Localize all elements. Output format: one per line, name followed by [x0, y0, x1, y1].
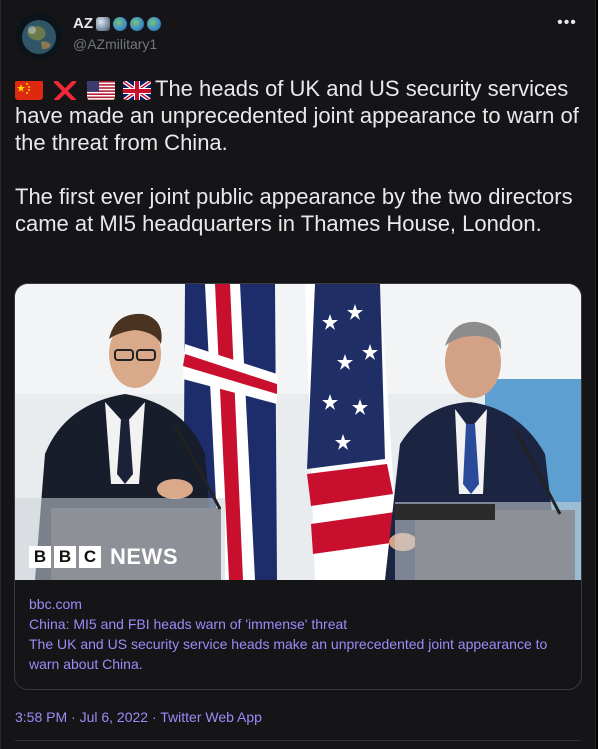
display-name-text[interactable]: AZ	[73, 14, 93, 34]
bbc-letter-3: C	[79, 546, 101, 568]
user-names: AZ @AZmilitary1	[73, 14, 161, 54]
card-image[interactable]: B B C NEWS	[15, 284, 581, 580]
tweet: AZ @AZmilitary1 ••• The heads of UK and …	[0, 0, 596, 749]
tweet-text: The heads of UK and US security services…	[15, 75, 581, 237]
display-name[interactable]: AZ	[73, 14, 161, 34]
bbc-letter-1: B	[29, 546, 51, 568]
link-card[interactable]: B B C NEWS bbc.com China: MI5 and FBI he…	[14, 283, 582, 690]
tweet-paragraph-2: The first ever joint public appearance b…	[15, 184, 573, 236]
card-domain[interactable]: bbc.com	[29, 594, 571, 614]
globe-icon	[113, 17, 127, 31]
emoji-group	[15, 80, 151, 100]
tweet-header: AZ @AZmilitary1 •••	[15, 12, 581, 62]
tweet-paragraph-1: The heads of UK and US security services…	[15, 75, 581, 156]
satellite-icon	[96, 17, 110, 31]
bbc-news-word: NEWS	[110, 544, 178, 569]
globe-icon	[147, 17, 161, 31]
card-title[interactable]: China: MI5 and FBI heads warn of 'immens…	[29, 614, 571, 634]
more-options-icon[interactable]: •••	[555, 15, 579, 34]
china-flag-icon	[15, 80, 43, 100]
bbc-letter-2: B	[54, 546, 76, 568]
card-description[interactable]: The UK and US security service heads mak…	[29, 634, 571, 674]
avatar[interactable]	[15, 12, 63, 60]
user-handle[interactable]: @AZmilitary1	[73, 34, 161, 54]
card-info[interactable]: bbc.com China: MI5 and FBI heads warn of…	[29, 594, 571, 674]
bbc-news-logo: B B C NEWS	[29, 544, 178, 570]
globe-icon	[130, 17, 144, 31]
uk-flag-icon	[123, 80, 151, 100]
cross-mark-icon	[51, 80, 79, 100]
divider	[15, 740, 581, 741]
us-flag-icon	[87, 80, 115, 100]
tweet-meta[interactable]: 3:58 PM · Jul 6, 2022 · Twitter Web App	[15, 707, 262, 727]
